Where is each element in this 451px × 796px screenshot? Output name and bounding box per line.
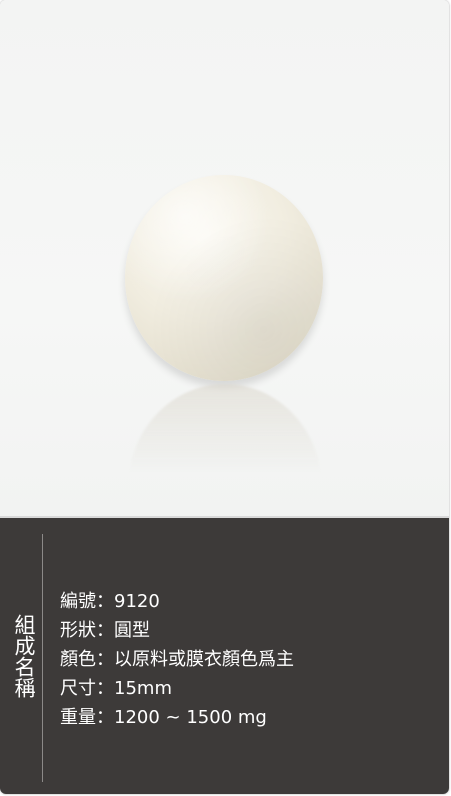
spec-label: 編號 xyxy=(60,591,96,612)
spec-row-color: 顏色：以原料或膜衣顏色爲主 xyxy=(60,645,294,674)
spec-row-size: 尺寸：15mm xyxy=(60,674,294,703)
product-photo xyxy=(0,0,449,516)
spec-label: 尺寸 xyxy=(60,678,96,699)
spec-row-weight: 重量：1200 ~ 1500 mg xyxy=(60,703,294,732)
spec-list: 編號：9120 形狀：圓型 顏色：以原料或膜衣顏色爲主 尺寸：15mm 重量：1… xyxy=(60,587,294,732)
spec-separator: ： xyxy=(96,649,114,670)
spec-value: 15mm xyxy=(114,678,172,699)
spec-value: 以原料或膜衣顏色爲主 xyxy=(114,649,294,670)
spec-separator: ： xyxy=(96,707,114,728)
spec-value: 1200 ~ 1500 mg xyxy=(114,707,267,728)
divider xyxy=(42,534,43,782)
spec-label: 形狀 xyxy=(60,620,96,641)
spec-panel: 組成名稱 編號：9120 形狀：圓型 顏色：以原料或膜衣顏色爲主 尺寸：15mm… xyxy=(0,516,449,794)
spec-separator: ： xyxy=(96,591,114,612)
spec-value: 9120 xyxy=(114,591,160,612)
spec-separator: ： xyxy=(96,678,114,699)
product-card: 組成名稱 編號：9120 形狀：圓型 顏色：以原料或膜衣顏色爲主 尺寸：15mm… xyxy=(0,0,449,794)
spec-label: 重量 xyxy=(60,707,96,728)
spec-row-shape: 形狀：圓型 xyxy=(60,616,294,645)
spec-label: 顏色 xyxy=(60,649,96,670)
tablet-reflection xyxy=(128,384,322,488)
spec-row-number: 編號：9120 xyxy=(60,587,294,616)
tablet-image xyxy=(125,175,323,381)
spec-separator: ： xyxy=(96,620,114,641)
spec-value: 圓型 xyxy=(114,620,150,641)
section-title: 組成名稱 xyxy=(12,614,36,698)
